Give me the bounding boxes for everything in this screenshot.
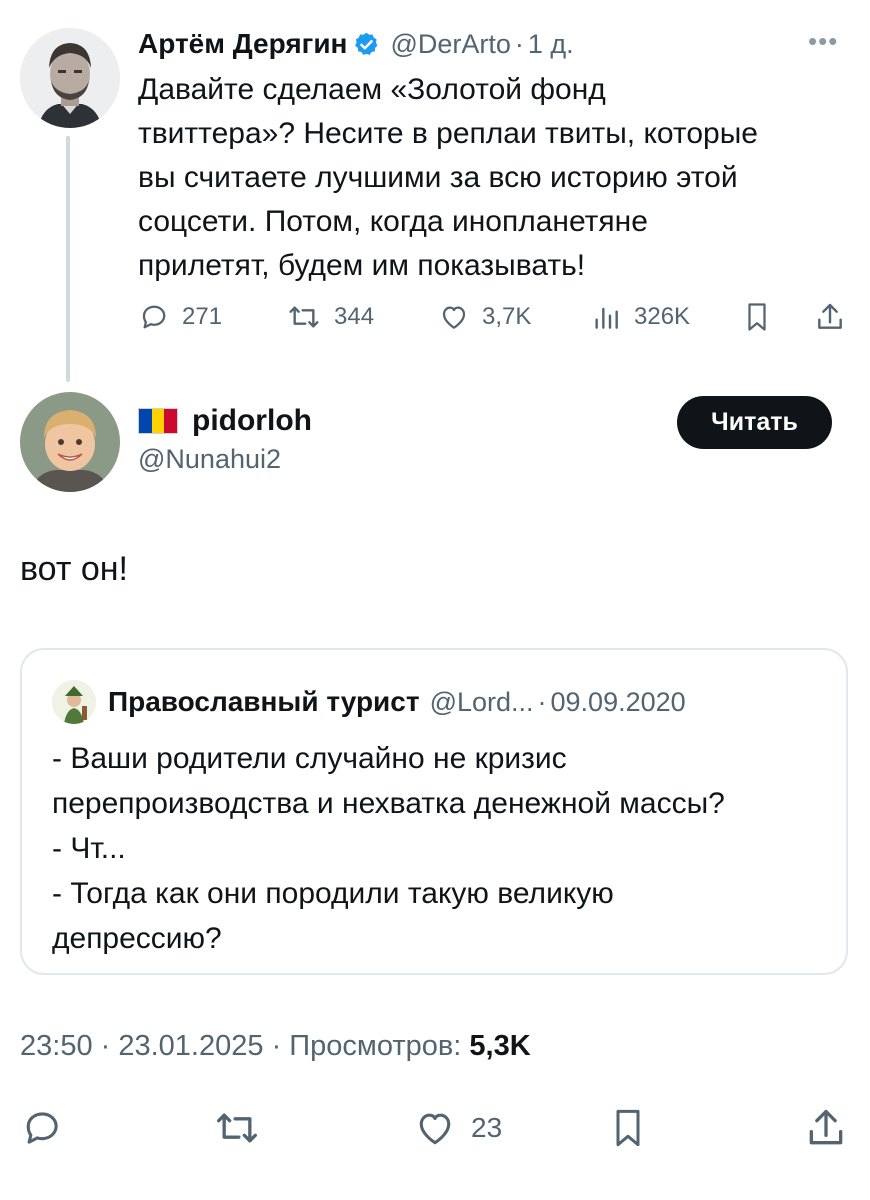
follow-button[interactable]: Читать: [677, 396, 832, 449]
thread-line: [66, 136, 70, 382]
views-total: 5,3K: [469, 1030, 531, 1062]
reply-icon: [26, 1112, 58, 1144]
retweet-icon: [217, 1113, 257, 1143]
quoted-tweet-line: - Тогда как они породили такую великую: [52, 877, 614, 910]
reply-icon: [142, 305, 166, 329]
quoted-author-handle: @Lord...: [429, 686, 534, 717]
parent-tweet-line: соцсети. Потом, когда инопланетяне: [138, 205, 648, 238]
quoted-tweet-line: депрессию?: [52, 922, 222, 955]
bottom-bookmark-button[interactable]: [608, 1103, 648, 1153]
share-icon: [818, 303, 842, 329]
quoted-tweet-card[interactable]: Православный турист @Lord... · 09.09.202…: [20, 648, 848, 975]
views-button[interactable]: 326K: [590, 294, 690, 340]
reply-author-name[interactable]: pidorloh: [192, 404, 312, 438]
share-icon: [809, 1109, 843, 1145]
bookmark-icon: [748, 303, 766, 331]
views-label: Просмотров:: [289, 1030, 462, 1062]
parent-tweet-line: Давайте сделаем «Золотой фонд: [138, 73, 606, 106]
quoted-tweet-header: Православный турист @Lord... · 09.09.202…: [52, 680, 686, 724]
separator-dot: ·: [514, 28, 524, 59]
separator-dot: ·: [271, 1030, 290, 1062]
like-count: 3,7K: [482, 303, 532, 330]
parent-author-handle[interactable]: @DerArto: [390, 29, 510, 60]
quoted-tweet-line: - Чт...: [52, 832, 126, 865]
parent-author-name[interactable]: Артём Дерягин: [138, 28, 347, 60]
retweet-icon: [289, 306, 319, 328]
bottom-share-button[interactable]: [804, 1103, 848, 1153]
moldova-flag-icon: [138, 408, 178, 434]
bookmark-icon: [616, 1109, 640, 1147]
tweet-meta: 23:50 · 23.01.2025 · Просмотров: 5,3K: [20, 1030, 531, 1063]
reply-author-avatar[interactable]: [20, 392, 120, 492]
quoted-author-name: Православный турист: [108, 686, 420, 717]
bottom-like-count: 23: [471, 1112, 503, 1143]
parent-tweet-time[interactable]: 1 д.: [528, 29, 574, 60]
retweet-button[interactable]: 344: [286, 294, 374, 340]
reply-count: 271: [182, 303, 223, 330]
quoted-tweet-line: перепроизводства и нехватка денежной мас…: [52, 787, 725, 820]
quoted-tweet-line: - Ваши родители случайно не кризис: [52, 742, 567, 775]
reply-tweet-text: вот он!: [20, 550, 128, 588]
like-icon: [419, 1113, 451, 1145]
like-icon: [442, 306, 466, 329]
views-icon: [595, 307, 618, 329]
separator-dot: ·: [537, 686, 547, 717]
parent-tweet-line: вы считаете лучшими за всю историю этой: [138, 161, 738, 194]
tweet-time[interactable]: 23:50: [20, 1030, 93, 1062]
parent-tweet-line: прилетят, будем им показывать!: [138, 249, 586, 282]
quoted-tweet-text: - Ваши родители случайно не кризис переп…: [52, 736, 842, 961]
parent-author-avatar[interactable]: [20, 28, 120, 128]
parent-tweet-line: твиттера»? Несите в реплаи твиты, которы…: [138, 117, 758, 150]
share-button[interactable]: [814, 294, 846, 340]
like-button[interactable]: 3,7K: [438, 294, 531, 340]
quoted-author-avatar: [52, 680, 96, 724]
quoted-tweet-date: 09.09.2020: [550, 686, 686, 717]
bottom-like-button[interactable]: 23: [413, 1103, 502, 1153]
bookmark-button[interactable]: [742, 294, 772, 340]
tweet-date[interactable]: 23.01.2025: [118, 1030, 263, 1062]
bottom-reply-button[interactable]: [20, 1103, 64, 1153]
more-icon[interactable]: •••: [808, 26, 838, 57]
separator-dot: ·: [100, 1030, 119, 1062]
reply-author-handle[interactable]: @Nunahui2: [138, 444, 281, 475]
reply-button[interactable]: 271: [138, 294, 222, 340]
parent-tweet-actions: 271 344 3,7K 326K: [138, 294, 850, 340]
parent-tweet-header: Артём Дерягин @DerArto · 1 д.: [138, 24, 574, 64]
verified-badge-icon: [353, 31, 380, 58]
parent-tweet-text: Давайте сделаем «Золотой фонд твиттера»?…: [138, 68, 850, 288]
bottom-retweet-button[interactable]: [213, 1103, 261, 1153]
reply-author-name-row: pidorloh: [138, 404, 312, 438]
retweet-count: 344: [334, 303, 375, 330]
views-count: 326K: [634, 303, 691, 330]
